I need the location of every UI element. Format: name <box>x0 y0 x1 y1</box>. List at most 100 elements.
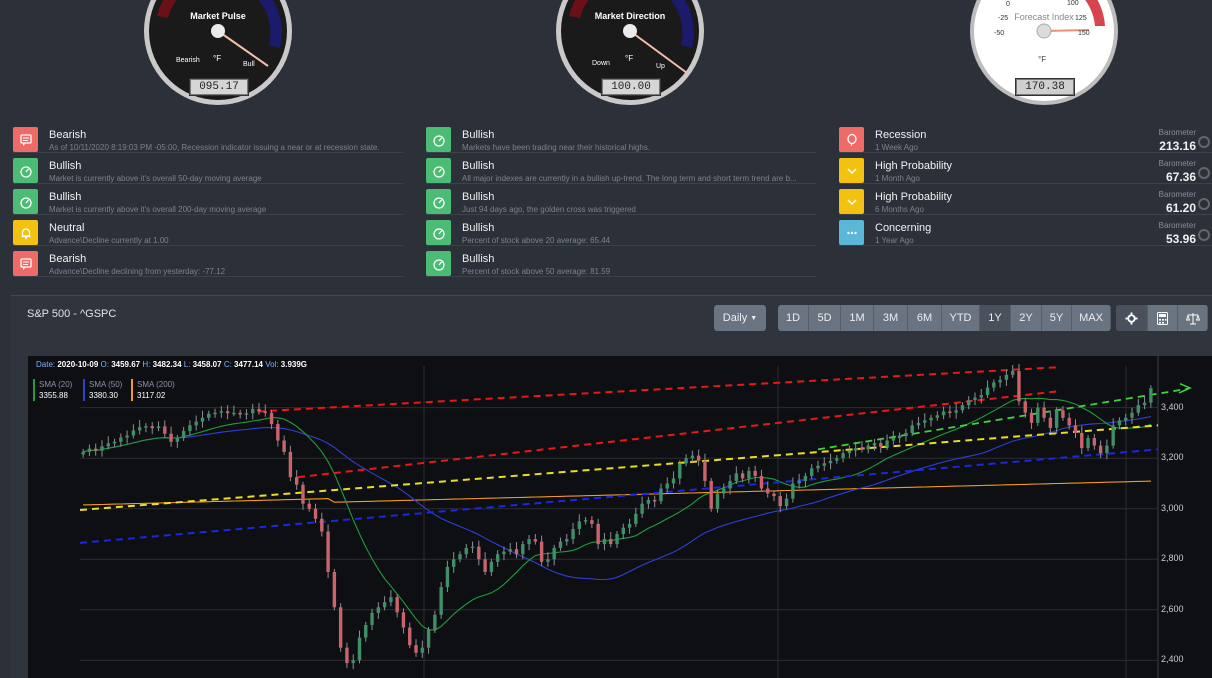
range-max-button[interactable]: MAX <box>1072 305 1111 331</box>
candle-body <box>803 475 808 481</box>
candle-body <box>251 408 255 414</box>
barometer-row[interactable]: High Probability 6 Months Ago Barometer … <box>839 186 1212 215</box>
candle-body <box>1029 412 1034 423</box>
candle-body <box>1067 417 1071 426</box>
barometer-list: Recession 1 Week Ago Barometer 213.16 Hi… <box>839 124 1212 248</box>
candle-body <box>552 547 556 560</box>
range-3m-button[interactable]: 3M <box>874 305 908 331</box>
gear-icon[interactable] <box>1198 136 1210 148</box>
candle-body <box>1042 407 1046 418</box>
candle-body <box>904 432 908 436</box>
y-tick-label: 2,400 <box>1161 654 1184 665</box>
candle-body <box>1036 407 1040 423</box>
chart-plot-area <box>79 356 1192 678</box>
candle-body <box>502 551 506 555</box>
signal-detail: Market is currently above it's overall 2… <box>49 205 267 214</box>
signal-detail: As of 10/11/2020 8:19:03 PM -05:00, Rece… <box>49 143 380 152</box>
y-tick-label: 2,600 <box>1161 603 1184 614</box>
candle-body <box>219 411 224 413</box>
range-5y-button[interactable]: 5Y <box>1042 305 1072 331</box>
candle-body <box>797 480 801 484</box>
candle-body <box>345 647 349 664</box>
candle-body <box>684 458 688 464</box>
settings-button[interactable] <box>1116 305 1148 331</box>
candle-body <box>87 448 92 452</box>
signal-row[interactable]: Bearish Advance\Decline declining from y… <box>13 248 403 277</box>
calculator-button[interactable] <box>1148 305 1178 331</box>
range-1d-button[interactable]: 1D <box>778 305 809 331</box>
signal-status: Bullish <box>49 191 82 203</box>
signal-row[interactable]: Bullish Market is currently above it's o… <box>13 186 403 215</box>
signal-row[interactable]: Bullish Percent of stock above 50 averag… <box>426 248 816 277</box>
candle-body <box>1061 410 1065 418</box>
candle-body <box>288 451 293 478</box>
barometer-when: 1 Year Ago <box>875 236 914 245</box>
speedometer-icon <box>426 158 451 183</box>
signal-row[interactable]: Bullish Markets have been trading near t… <box>426 124 816 153</box>
candle-body <box>1149 388 1153 403</box>
range-5d-button[interactable]: 5D <box>809 305 841 331</box>
signal-status: Bearish <box>49 129 87 141</box>
signal-row[interactable]: Bullish Percent of stock above 20 averag… <box>426 217 816 246</box>
candle-body <box>923 420 927 423</box>
candle-body <box>514 549 519 555</box>
range-2y-button[interactable]: 2Y <box>1011 305 1042 331</box>
chat-icon <box>13 127 38 152</box>
candle-body <box>985 387 990 396</box>
signal-row[interactable]: Bullish Market is currently above it's o… <box>13 155 403 184</box>
candle-body <box>715 493 720 509</box>
balance-scale-icon <box>1185 312 1200 324</box>
candle-body <box>1117 420 1122 426</box>
candle-body <box>967 400 971 406</box>
gauge-readout: 170.38 <box>1015 78 1075 96</box>
candle-body <box>495 554 500 562</box>
candle-body <box>458 554 462 560</box>
gauge-tick: -50 <box>994 30 1005 37</box>
interval-dropdown[interactable]: Daily ▼ <box>714 305 766 331</box>
candle-body <box>426 630 431 648</box>
candle-body <box>659 488 663 502</box>
speedometer-icon <box>426 251 451 276</box>
candle-body <box>389 597 393 603</box>
candle-body <box>163 426 167 434</box>
gear-icon[interactable] <box>1198 167 1210 179</box>
price-chart[interactable]: Date: 2020-10-09 O: 3459.67 H: 3482.34 L… <box>28 356 1212 678</box>
candle-body <box>112 441 117 444</box>
candle-body <box>1130 412 1134 418</box>
barometer-row[interactable]: High Probability 1 Month Ago Barometer 6… <box>839 155 1212 184</box>
gauge-tick: 100 <box>1067 0 1079 7</box>
candle-body <box>1105 445 1109 454</box>
range-ytd-button[interactable]: YTD <box>942 305 980 331</box>
barometer-row[interactable]: Concerning 1 Year Ago Barometer 53.96 <box>839 217 1212 246</box>
gauge-right-label: Bull <box>243 61 255 68</box>
signal-detail: Percent of stock above 20 average: 65.44 <box>462 236 611 245</box>
candle-body <box>822 463 826 466</box>
candle-body <box>885 440 889 447</box>
candle-body <box>879 443 883 447</box>
signal-row[interactable]: Bullish All major indexes are currently … <box>426 155 816 184</box>
range-1y-button[interactable]: 1Y <box>980 305 1011 331</box>
candle-body <box>828 460 833 464</box>
range-1m-button[interactable]: 1M <box>841 305 874 331</box>
compare-button[interactable] <box>1178 305 1208 331</box>
candle-body <box>1004 374 1009 380</box>
candle-body <box>1142 402 1147 406</box>
candle-body <box>810 468 814 476</box>
signal-status: Bullish <box>462 191 495 203</box>
candle-body <box>156 426 161 429</box>
gear-icon[interactable] <box>1198 198 1210 210</box>
balloon-icon <box>839 127 864 152</box>
barometer-row[interactable]: Recession 1 Week Ago Barometer 213.16 <box>839 124 1212 153</box>
signal-row[interactable]: Neutral Advance\Decline currently at 1.0… <box>13 217 403 246</box>
gear-icon[interactable] <box>1198 229 1210 241</box>
candle-body <box>351 660 355 664</box>
candle-body <box>891 438 896 441</box>
signal-row[interactable]: Bullish Just 94 days ago, the golden cro… <box>426 186 816 215</box>
ellipsis-icon <box>839 220 864 245</box>
signal-row[interactable]: Bearish As of 10/11/2020 8:19:03 PM -05:… <box>13 124 403 153</box>
candle-body <box>232 412 236 415</box>
candle-body <box>470 546 475 549</box>
range-6m-button[interactable]: 6M <box>908 305 942 331</box>
candle-body <box>734 473 739 481</box>
candle-body <box>81 451 85 455</box>
